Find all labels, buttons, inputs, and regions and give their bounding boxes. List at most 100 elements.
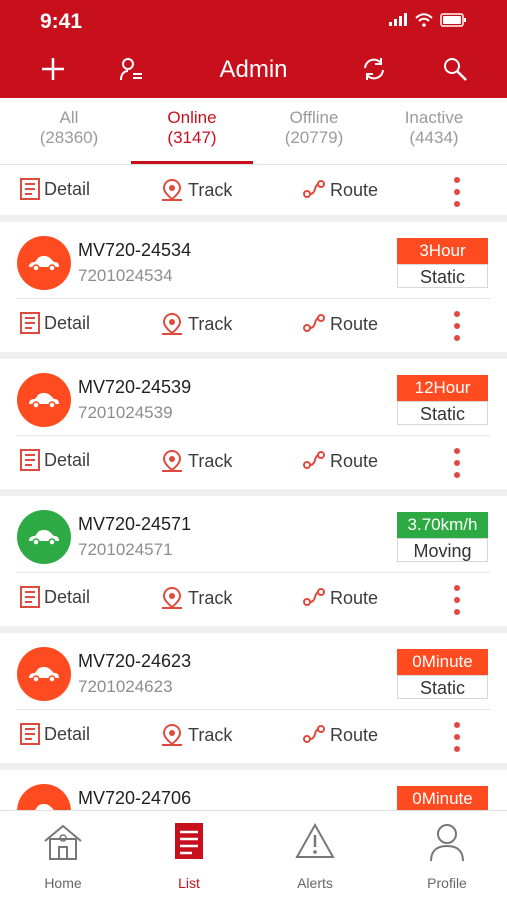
tab-count: (4434) <box>409 128 459 147</box>
status-label: Static <box>397 675 488 699</box>
nav-profile[interactable]: Profile <box>384 811 507 901</box>
tab-count: (3147) <box>167 128 217 147</box>
route-button[interactable]: Route <box>302 586 378 610</box>
detail-button[interactable]: Detail <box>20 723 90 745</box>
more-icon <box>454 311 460 341</box>
card-divider <box>16 709 491 710</box>
vehicle-avatar <box>17 784 71 810</box>
profile-icon <box>430 824 464 862</box>
more-button[interactable] <box>448 311 466 346</box>
home-icon <box>44 824 82 860</box>
route-label: Route <box>330 313 379 334</box>
vehicle-actions-row: Detail Track Route <box>0 576 507 626</box>
detail-button[interactable]: Detail <box>20 586 90 608</box>
route-button[interactable]: Route <box>302 449 378 473</box>
more-button[interactable] <box>448 448 466 483</box>
nav-alerts[interactable]: Alerts <box>252 811 378 901</box>
detail-button[interactable]: Detail <box>20 449 90 471</box>
detail-icon <box>20 178 40 200</box>
route-button[interactable]: Route <box>302 312 378 336</box>
tab-online[interactable]: Online (3147) <box>131 98 253 164</box>
track-button[interactable]: Track <box>160 723 232 747</box>
duration-badge: 3Hour <box>397 238 488 264</box>
tab-count: (20779) <box>284 128 344 147</box>
tab-inactive[interactable]: Inactive (4434) <box>373 98 495 164</box>
vehicle-card[interactable]: MV720-24706 0Minute <box>0 770 507 810</box>
track-icon <box>162 723 182 746</box>
car-icon <box>29 256 59 272</box>
route-label: Route <box>330 724 379 745</box>
vehicle-list[interactable]: Detail Track Route MV720-24534 720102453… <box>0 165 507 810</box>
status-label: Static <box>397 401 488 425</box>
status-tabs: All (28360) Online (3147) Offline (20779… <box>0 98 507 166</box>
route-label: Route <box>330 587 379 608</box>
refresh-button[interactable] <box>359 54 389 84</box>
app-header: 9:41 Admin <box>0 0 507 98</box>
tab-label: Online <box>167 108 217 127</box>
bottom-navigation: Home List Alerts Profile <box>0 810 507 901</box>
speed-badge: 3.70km/h <box>397 512 488 538</box>
track-icon <box>162 586 182 609</box>
battery-icon <box>440 13 466 27</box>
detail-button[interactable]: Detail <box>20 178 90 200</box>
nav-home[interactable]: Home <box>0 811 126 901</box>
track-icon <box>162 178 182 201</box>
car-icon <box>35 804 54 810</box>
route-button[interactable]: Route <box>302 178 378 202</box>
detail-label: Detail <box>44 178 91 199</box>
car-icon <box>29 393 59 409</box>
track-icon <box>162 449 182 472</box>
track-label: Track <box>188 313 233 334</box>
vehicle-imei: 7201024539 <box>78 403 173 422</box>
status-label: Static <box>397 264 488 288</box>
detail-label: Detail <box>44 312 91 333</box>
more-button[interactable] <box>448 585 466 620</box>
track-button[interactable]: Track <box>160 449 232 473</box>
vehicle-avatar <box>17 510 71 564</box>
detail-button[interactable]: Detail <box>20 312 90 334</box>
vehicle-avatar <box>17 373 71 427</box>
more-icon <box>454 448 460 478</box>
list-icon <box>175 823 203 859</box>
route-icon <box>303 314 325 332</box>
detail-label: Detail <box>44 723 91 744</box>
status-time: 9:41 <box>40 10 83 33</box>
more-button[interactable] <box>448 177 466 212</box>
vehicle-imei: 7201024534 <box>78 266 173 285</box>
vehicle-card[interactable]: MV720-24571 7201024571 3.70km/h Moving D… <box>0 496 507 626</box>
route-icon <box>303 180 325 198</box>
track-label: Track <box>188 587 233 608</box>
nav-label: Alerts <box>297 875 333 891</box>
vehicle-name: MV720-24623 <box>78 651 192 671</box>
tab-all[interactable]: All (28360) <box>8 98 130 164</box>
card-divider <box>16 298 491 299</box>
detail-label: Detail <box>44 449 91 470</box>
track-button[interactable]: Track <box>160 586 232 610</box>
nav-label: Profile <box>427 875 467 891</box>
refresh-icon <box>364 58 384 80</box>
search-button[interactable] <box>440 54 470 84</box>
track-icon <box>162 312 182 335</box>
vehicle-actions-row: Detail Track Route <box>0 713 507 763</box>
vehicle-card[interactable]: MV720-24534 7201024534 3Hour Static Deta… <box>0 222 507 352</box>
signal-icon <box>389 13 407 26</box>
vehicle-name: MV720-24706 <box>78 788 192 808</box>
alert-icon <box>295 822 335 858</box>
vehicle-name: MV720-24571 <box>78 514 192 534</box>
nav-list[interactable]: List <box>126 811 252 901</box>
route-label: Route <box>330 450 379 471</box>
wifi-icon <box>415 13 433 27</box>
car-icon <box>29 530 59 546</box>
nav-label: Home <box>44 875 82 891</box>
vehicle-card[interactable]: MV720-24539 7201024539 12Hour Static Det… <box>0 359 507 489</box>
track-label: Track <box>188 450 233 471</box>
detail-label: Detail <box>44 586 91 607</box>
duration-badge: 0Minute <box>397 649 488 675</box>
route-button[interactable]: Route <box>302 723 378 747</box>
detail-icon <box>20 723 40 745</box>
track-button[interactable]: Track <box>160 178 232 202</box>
tab-offline[interactable]: Offline (20779) <box>253 98 375 164</box>
more-button[interactable] <box>448 722 466 757</box>
vehicle-card[interactable]: MV720-24623 7201024623 0Minute Static De… <box>0 633 507 763</box>
track-button[interactable]: Track <box>160 312 232 336</box>
